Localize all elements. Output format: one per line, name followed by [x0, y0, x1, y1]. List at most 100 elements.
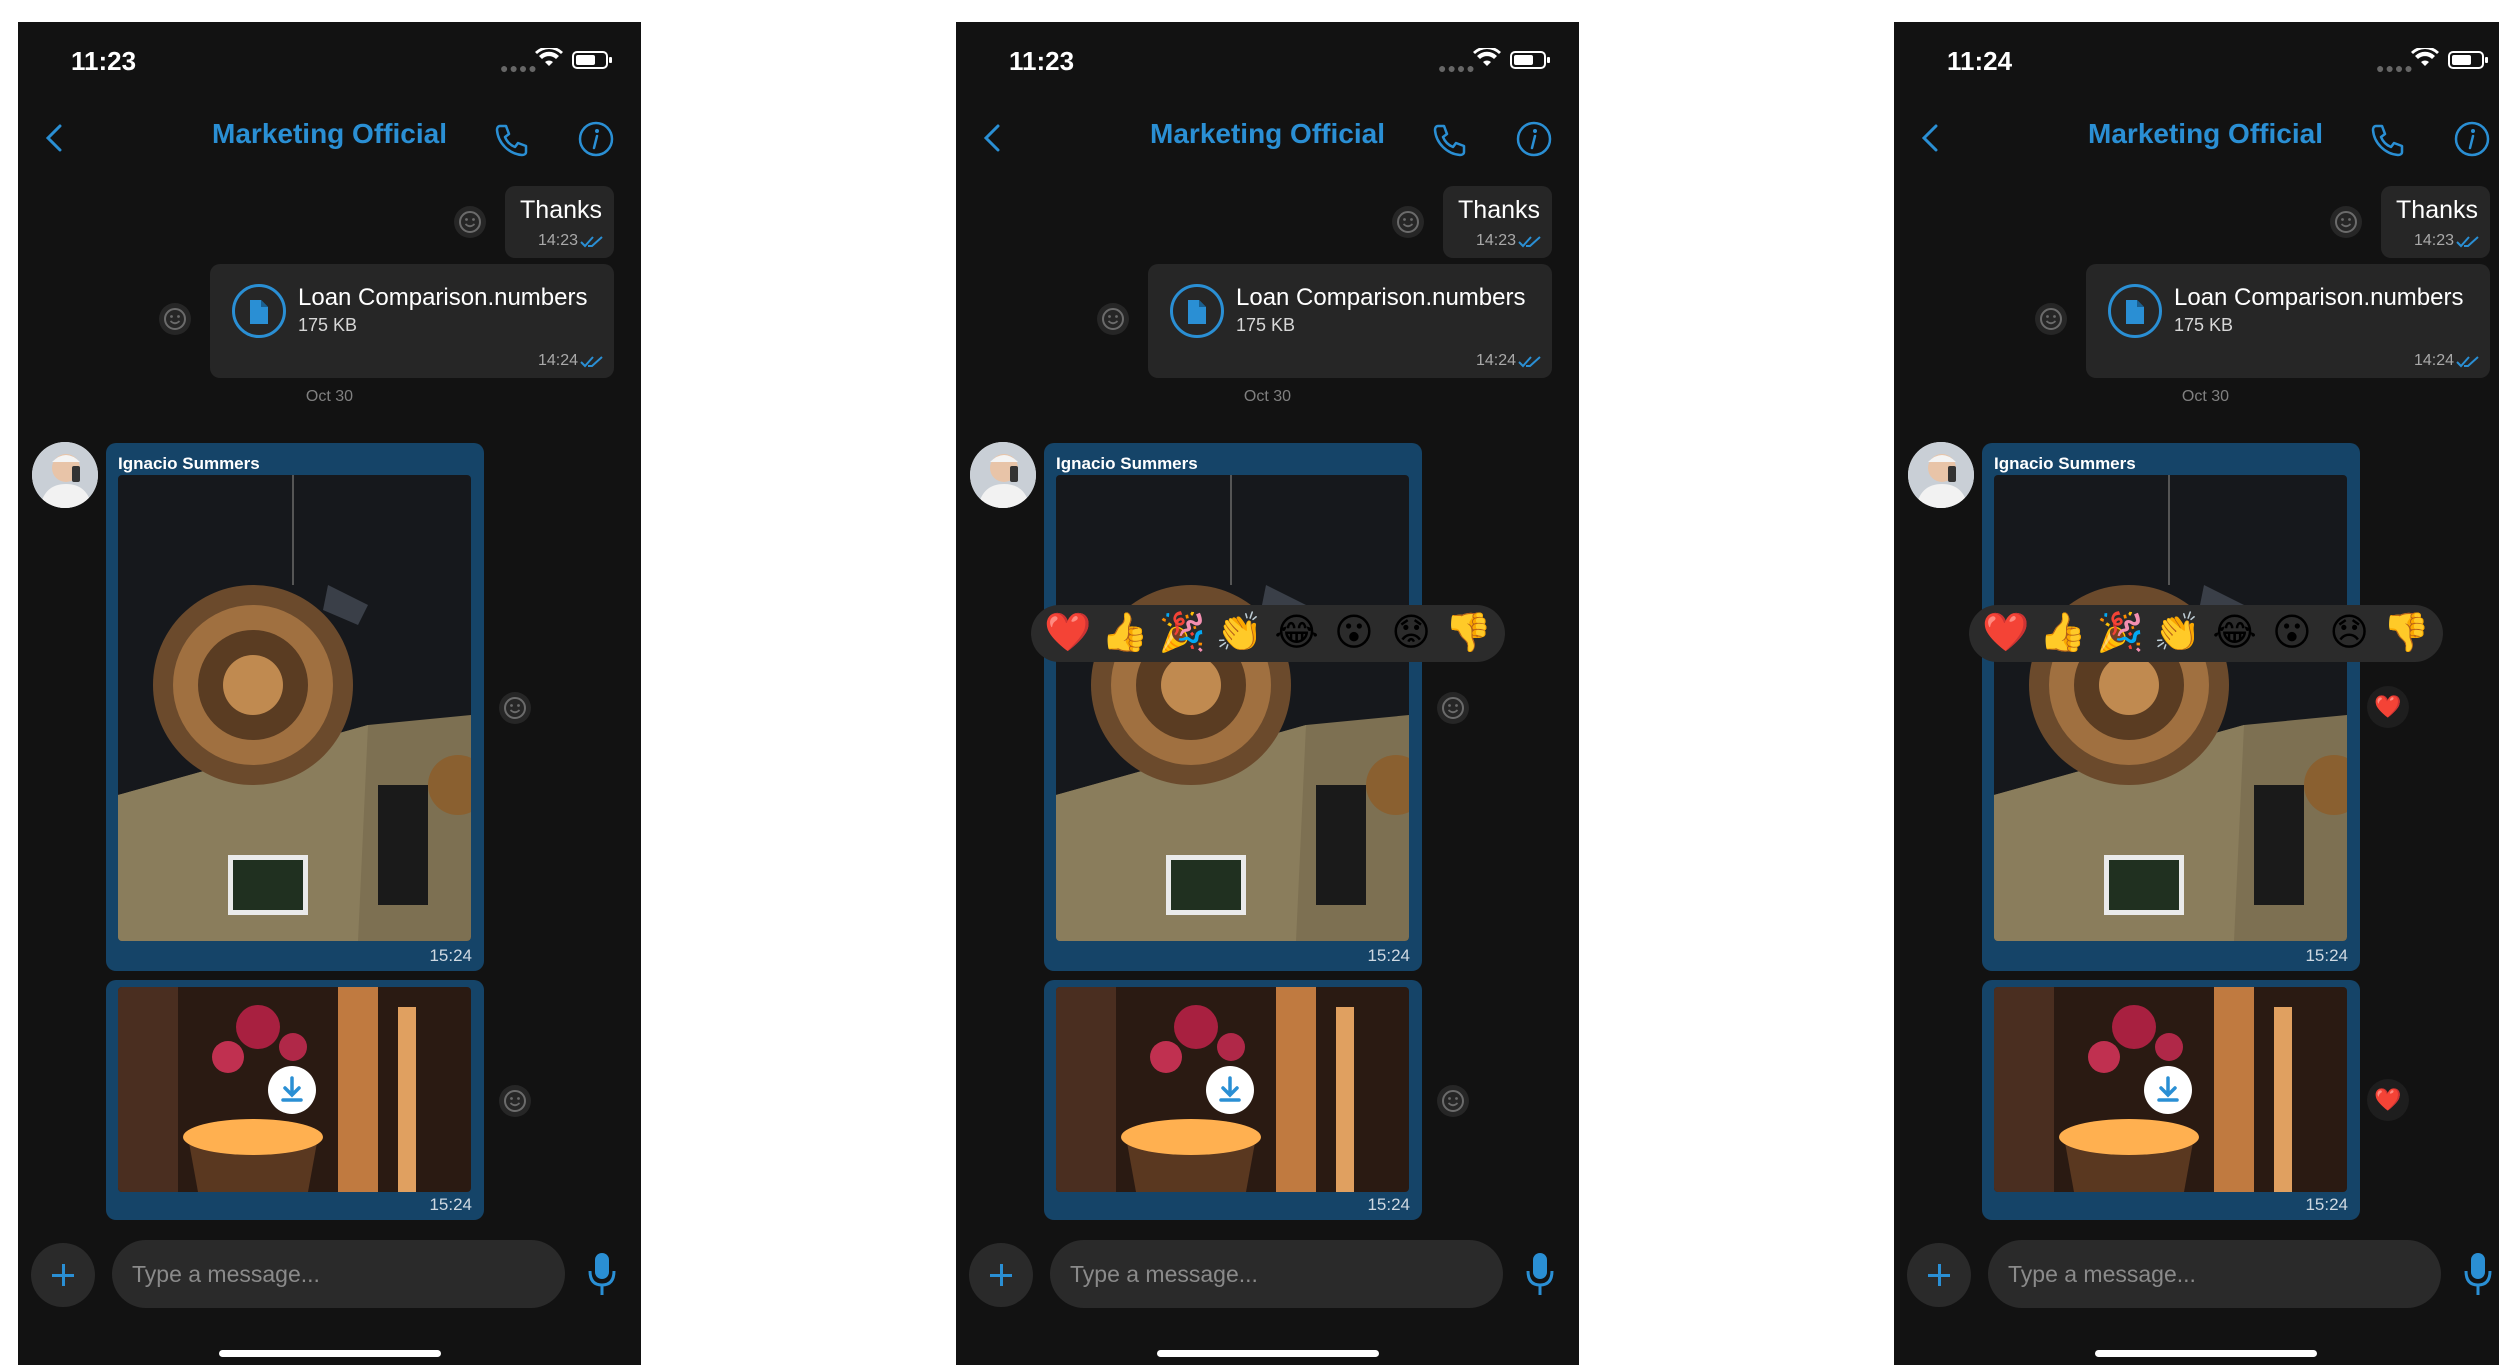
avatar[interactable]	[1908, 442, 1974, 508]
chat-title[interactable]: Marketing Official	[18, 118, 641, 150]
wifi-icon	[535, 48, 563, 66]
message-input[interactable]	[1050, 1240, 1503, 1308]
info-icon[interactable]	[2453, 120, 2491, 158]
reaction-worried[interactable]: 😟	[1385, 605, 1437, 662]
reaction-clap[interactable]: 👏	[2151, 605, 2203, 662]
image-message-bubble[interactable]: 15:24	[1982, 980, 2360, 1220]
reaction-thumbs-up[interactable]: 👍	[1099, 605, 1151, 662]
reaction-surprised[interactable]: 😮	[1328, 605, 1380, 662]
status-time: 11:24	[1947, 46, 2013, 76]
image-message-bubble[interactable]: Ignacio Summers 15:24	[1982, 443, 2360, 971]
message-time: 15:24	[1367, 946, 1410, 965]
sender-name: Ignacio Summers	[1994, 454, 2136, 473]
add-attachment-button[interactable]	[1907, 1243, 1971, 1307]
signal-dots-icon: ●●●●	[1438, 60, 1476, 76]
add-reaction-icon[interactable]	[498, 1084, 532, 1118]
heart-reaction-badge[interactable]: ❤️	[2367, 1079, 2409, 1121]
chat-title[interactable]: Marketing Official	[956, 118, 1579, 150]
message-bubble-thanks[interactable]: Thanks 14:23	[2381, 186, 2490, 258]
battery-icon	[2448, 51, 2488, 69]
reaction-party[interactable]: 🎉	[1156, 605, 1208, 662]
reaction-disappointed[interactable]: 😞	[2323, 605, 2375, 662]
image-message-bubble[interactable]: Ignacio Summers 15:24	[106, 443, 484, 971]
download-icon[interactable]	[1206, 1066, 1254, 1114]
document-icon	[232, 284, 286, 338]
add-reaction-icon[interactable]	[2034, 302, 2068, 336]
download-icon[interactable]	[268, 1066, 316, 1114]
date-separator: Oct 30	[2181, 388, 2230, 405]
wifi-icon	[1473, 48, 1501, 66]
message-time: 15:24	[429, 946, 472, 965]
reaction-clap[interactable]: 👏	[1213, 605, 1265, 662]
message-time: 14:23	[2413, 232, 2454, 249]
phone-call-icon[interactable]	[492, 120, 532, 160]
status-time: 11:23	[71, 46, 137, 76]
download-icon[interactable]	[2144, 1066, 2192, 1114]
signal-dots-icon: ●●●●	[500, 60, 538, 76]
document-icon	[2108, 284, 2162, 338]
phone-screen-2: 11:23 ●●●● Marketing Official Thanks 14:…	[956, 22, 1579, 1365]
chat-title[interactable]: Marketing Official	[1894, 118, 2499, 150]
reaction-thumbs-down[interactable]: 👎	[1442, 605, 1494, 662]
photo-flowers[interactable]	[1056, 987, 1409, 1192]
avatar[interactable]	[32, 442, 98, 508]
message-input[interactable]	[1988, 1240, 2441, 1308]
message-bubble-thanks[interactable]: Thanks 14:23	[505, 186, 614, 258]
image-message-bubble[interactable]: 15:24	[106, 980, 484, 1220]
phone-call-icon[interactable]	[1430, 120, 1470, 160]
reaction-picker: ❤️ 👍 🎉 👏 😂 😮 😞 👎	[1969, 605, 2443, 662]
photo-lamp[interactable]	[118, 475, 471, 941]
microphone-icon[interactable]	[1524, 1249, 1556, 1299]
reaction-laugh[interactable]: 😂	[2209, 605, 2261, 662]
battery-icon	[572, 51, 612, 69]
message-bubble-thanks[interactable]: Thanks 14:23	[1443, 186, 1552, 258]
add-reaction-icon[interactable]	[1391, 205, 1425, 239]
add-reaction-icon[interactable]	[1436, 691, 1470, 725]
add-reaction-icon[interactable]	[158, 302, 192, 336]
microphone-icon[interactable]	[2462, 1249, 2494, 1299]
message-time: 15:24	[2305, 946, 2348, 965]
reaction-thumbs-down[interactable]: 👎	[2380, 605, 2432, 662]
file-message-bubble[interactable]: Loan Comparison.numbers 175 KB 14:24	[2086, 264, 2490, 378]
message-text: Thanks	[2396, 196, 2478, 224]
add-reaction-icon[interactable]	[1096, 302, 1130, 336]
reaction-heart[interactable]: ❤️	[1980, 605, 2032, 662]
info-icon[interactable]	[1515, 120, 1553, 158]
file-name: Loan Comparison.numbers	[298, 284, 588, 311]
message-input[interactable]	[112, 1240, 565, 1308]
reaction-picker: ❤️ 👍 🎉 👏 😂 😮 😟 👎	[1031, 605, 1505, 662]
reaction-laugh[interactable]: 😂	[1271, 605, 1323, 662]
phone-screen-3: 11:24 ●●●● Marketing Official Thanks 14:…	[1894, 22, 2499, 1365]
photo-flowers[interactable]	[118, 987, 471, 1192]
message-time: 14:24	[2413, 352, 2454, 369]
image-message-bubble[interactable]: 15:24	[1044, 980, 1422, 1220]
read-ticks-icon	[2456, 356, 2479, 368]
add-attachment-button[interactable]	[969, 1243, 1033, 1307]
add-attachment-button[interactable]	[31, 1243, 95, 1307]
file-message-bubble[interactable]: Loan Comparison.numbers 175 KB 14:24	[210, 264, 614, 378]
photo-lamp[interactable]	[1056, 475, 1409, 941]
add-reaction-icon[interactable]	[2329, 205, 2363, 239]
photo-lamp[interactable]	[1994, 475, 2347, 941]
photo-flowers[interactable]	[1994, 987, 2347, 1192]
file-size: 175 KB	[1236, 315, 1296, 335]
heart-reaction-badge[interactable]: ❤️	[2367, 686, 2409, 728]
microphone-icon[interactable]	[586, 1249, 618, 1299]
reaction-heart[interactable]: ❤️	[1042, 605, 1094, 662]
avatar[interactable]	[970, 442, 1036, 508]
file-size: 175 KB	[2174, 315, 2234, 335]
reaction-thumbs-up[interactable]: 👍	[2037, 605, 2089, 662]
file-message-bubble[interactable]: Loan Comparison.numbers 175 KB 14:24	[1148, 264, 1552, 378]
add-reaction-icon[interactable]	[498, 691, 532, 725]
add-reaction-icon[interactable]	[453, 205, 487, 239]
reaction-surprised[interactable]: 😮	[2266, 605, 2318, 662]
info-icon[interactable]	[577, 120, 615, 158]
read-ticks-icon	[580, 236, 603, 248]
home-indicator	[2095, 1350, 2317, 1357]
image-message-bubble[interactable]: Ignacio Summers 15:24	[1044, 443, 1422, 971]
read-ticks-icon	[1518, 356, 1541, 368]
home-indicator	[1157, 1350, 1379, 1357]
phone-call-icon[interactable]	[2368, 120, 2408, 160]
reaction-party[interactable]: 🎉	[2094, 605, 2146, 662]
add-reaction-icon[interactable]	[1436, 1084, 1470, 1118]
